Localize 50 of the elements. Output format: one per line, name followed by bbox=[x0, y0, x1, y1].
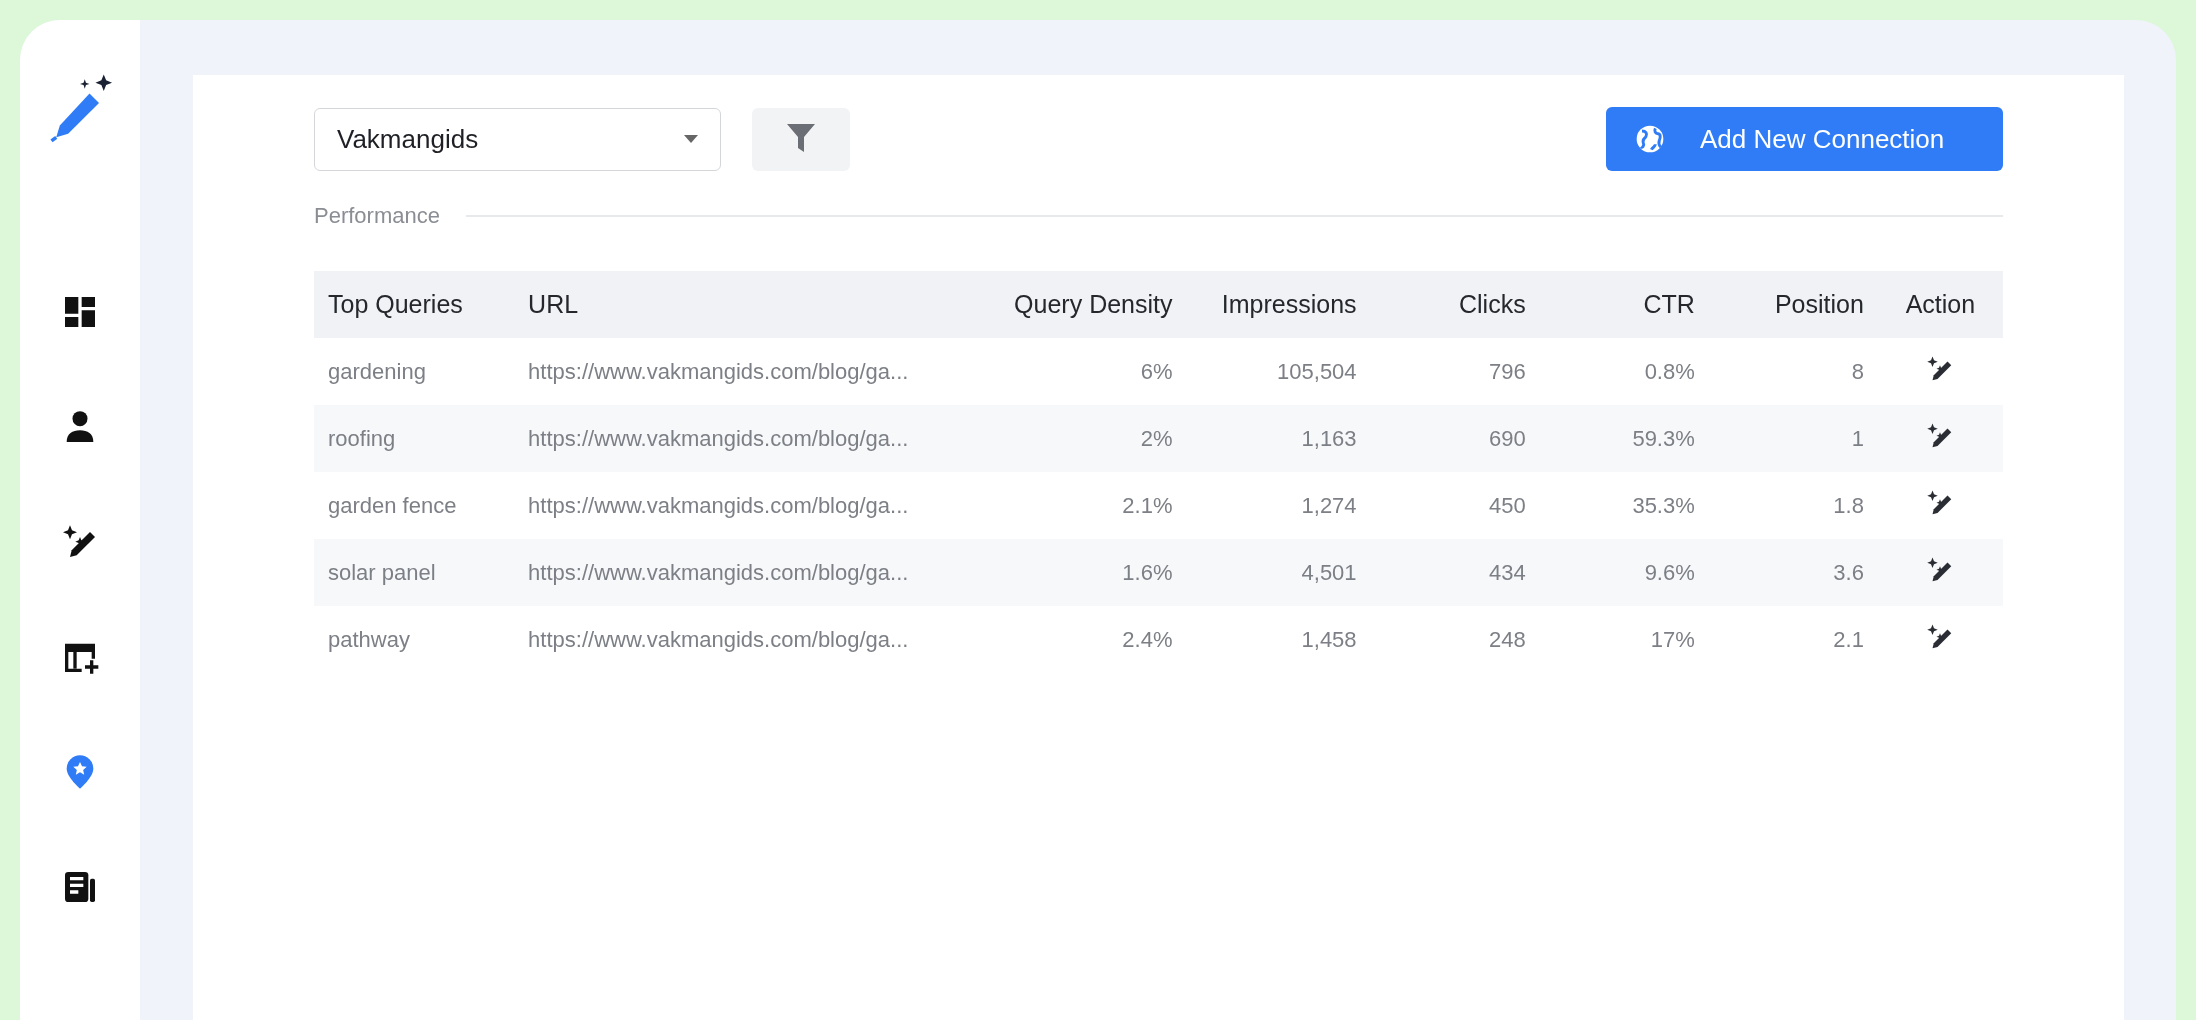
table-cell: 1,458 bbox=[1186, 606, 1371, 673]
table-cell: 2.1% bbox=[994, 472, 1187, 539]
table-cell: 1,274 bbox=[1186, 472, 1371, 539]
section-title: Performance bbox=[314, 203, 440, 229]
table-cell: solar panel bbox=[314, 539, 515, 606]
table-cell: 434 bbox=[1370, 539, 1540, 606]
add-connection-button[interactable]: Add New Connection bbox=[1606, 107, 2003, 171]
table-cell: https://www.vakmangids.com/blog/ga... bbox=[514, 539, 995, 606]
table-cell: 9.6% bbox=[1539, 539, 1709, 606]
table-cell: 1.6% bbox=[994, 539, 1187, 606]
table-cell: 450 bbox=[1370, 472, 1540, 539]
table-cell: gardening bbox=[314, 338, 515, 405]
table-cell: pathway bbox=[314, 606, 515, 673]
caret-icon bbox=[684, 135, 698, 143]
filter-button[interactable] bbox=[752, 107, 850, 171]
column-header: Position bbox=[1708, 271, 1878, 338]
table-cell: 690 bbox=[1370, 405, 1540, 472]
table-cell: garden fence bbox=[314, 472, 515, 539]
table-cell: 2.1 bbox=[1708, 606, 1878, 673]
table-cell: roofing bbox=[314, 405, 515, 472]
table-cell: 59.3% bbox=[1539, 405, 1709, 472]
column-header: URL bbox=[514, 271, 995, 338]
table-cell: 248 bbox=[1370, 606, 1540, 673]
table-cell: https://www.vakmangids.com/blog/ga... bbox=[514, 472, 995, 539]
table-cell: 35.3% bbox=[1539, 472, 1709, 539]
table-cell: 1.8 bbox=[1708, 472, 1878, 539]
column-header: Action bbox=[1877, 271, 2003, 338]
table-cell: 6% bbox=[994, 338, 1187, 405]
table-cell: https://www.vakmangids.com/blog/ga... bbox=[514, 405, 995, 472]
table-cell: 2% bbox=[994, 405, 1187, 472]
filter-icon bbox=[787, 124, 815, 154]
table-cell: https://www.vakmangids.com/blog/ga... bbox=[514, 606, 995, 673]
table-cell: 1,163 bbox=[1186, 405, 1371, 472]
table-cell: https://www.vakmangids.com/blog/ga... bbox=[514, 338, 995, 405]
table-cell: 2.4% bbox=[994, 606, 1187, 673]
site-select[interactable]: Vakmangids bbox=[314, 107, 721, 171]
table-cell: 8 bbox=[1708, 338, 1878, 405]
table-cell: 3.6 bbox=[1708, 539, 1878, 606]
globe-icon bbox=[1634, 123, 1666, 155]
table-cell: 4,501 bbox=[1186, 539, 1371, 606]
table-cell: 1 bbox=[1708, 405, 1878, 472]
column-header: CTR bbox=[1539, 271, 1709, 338]
column-header: Query Density bbox=[994, 271, 1187, 338]
table-cell: 0.8% bbox=[1539, 338, 1709, 405]
table-cell: 796 bbox=[1370, 338, 1540, 405]
table-cell: 105,504 bbox=[1186, 338, 1371, 405]
table-cell: 17% bbox=[1539, 606, 1709, 673]
column-header: Impressions bbox=[1186, 271, 1371, 338]
column-header: Top Queries bbox=[314, 271, 515, 338]
column-header: Clicks bbox=[1370, 271, 1540, 338]
